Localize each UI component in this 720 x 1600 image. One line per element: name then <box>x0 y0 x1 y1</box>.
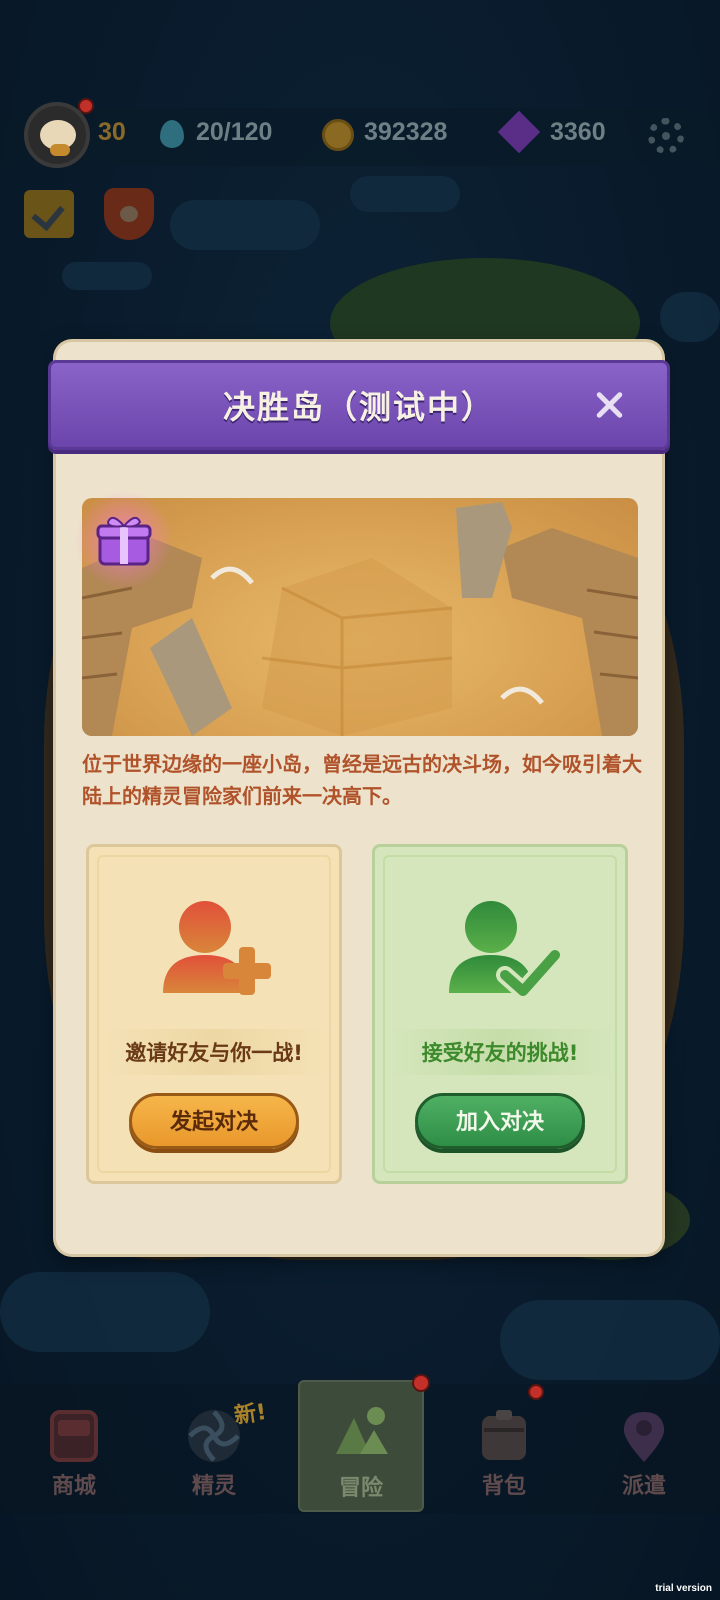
nav-label-adventure: 冒险 <box>338 1476 383 1501</box>
nav-item-shop[interactable]: 商城 <box>14 1396 134 1508</box>
stamina-value: 20/120 <box>196 118 273 146</box>
coin-value: 392328 <box>364 118 448 146</box>
invite-label: 邀请好友与你一战! <box>125 1041 303 1065</box>
coin-icon <box>322 119 354 151</box>
gem-value: 3360 <box>550 118 606 146</box>
player-level: 30 <box>98 118 126 146</box>
nav-item-adventure[interactable]: 冒险 <box>298 1380 424 1512</box>
add-friend-icon <box>157 897 277 1007</box>
accept-friend-icon <box>443 897 564 1007</box>
paw-shield-icon[interactable] <box>104 188 154 240</box>
avatar-beak <box>50 144 70 156</box>
gift-icon[interactable] <box>96 512 152 568</box>
backpack-icon <box>476 1408 532 1464</box>
trial-watermark: trial version <box>655 1583 712 1594</box>
nav-label-dispatch: 派遣 <box>621 1474 666 1499</box>
nav-label-backpack: 背包 <box>481 1474 526 1499</box>
nav-item-backpack[interactable]: 背包 <box>444 1396 564 1508</box>
join-label: 接受好友的挑战! <box>421 1041 579 1065</box>
adventure-icon <box>334 1402 390 1458</box>
nav-label-shop: 商城 <box>51 1474 96 1499</box>
notification-dot <box>528 1384 544 1400</box>
join-duel-button[interactable]: 加入对决 <box>415 1093 585 1149</box>
notification-dot <box>412 1374 430 1392</box>
location-pin-icon <box>616 1408 672 1464</box>
new-badge: 新! <box>232 1399 268 1430</box>
gear-icon[interactable] <box>648 118 684 154</box>
shop-icon <box>46 1408 102 1464</box>
task-checklist-icon[interactable] <box>24 190 74 238</box>
dialog-title: 决胜岛（测试中） <box>222 388 495 426</box>
nav-label-spirit: 精灵 <box>191 1474 236 1499</box>
start-duel-button[interactable]: 发起对决 <box>129 1093 299 1149</box>
notification-dot <box>78 98 94 114</box>
water-drop-icon <box>160 120 184 148</box>
close-icon[interactable] <box>590 386 628 424</box>
dialog-description: 位于世界边缘的一座小岛，曾经是远古的决斗场，如今吸引着大陆上的精灵冒险家们前来一… <box>82 752 642 808</box>
join-card[interactable]: 接受好友的挑战! 加入对决 <box>372 844 628 1184</box>
nav-item-dispatch[interactable]: 派遣 <box>584 1396 704 1508</box>
invite-card[interactable]: 邀请好友与你一战! 发起对决 <box>86 844 342 1184</box>
